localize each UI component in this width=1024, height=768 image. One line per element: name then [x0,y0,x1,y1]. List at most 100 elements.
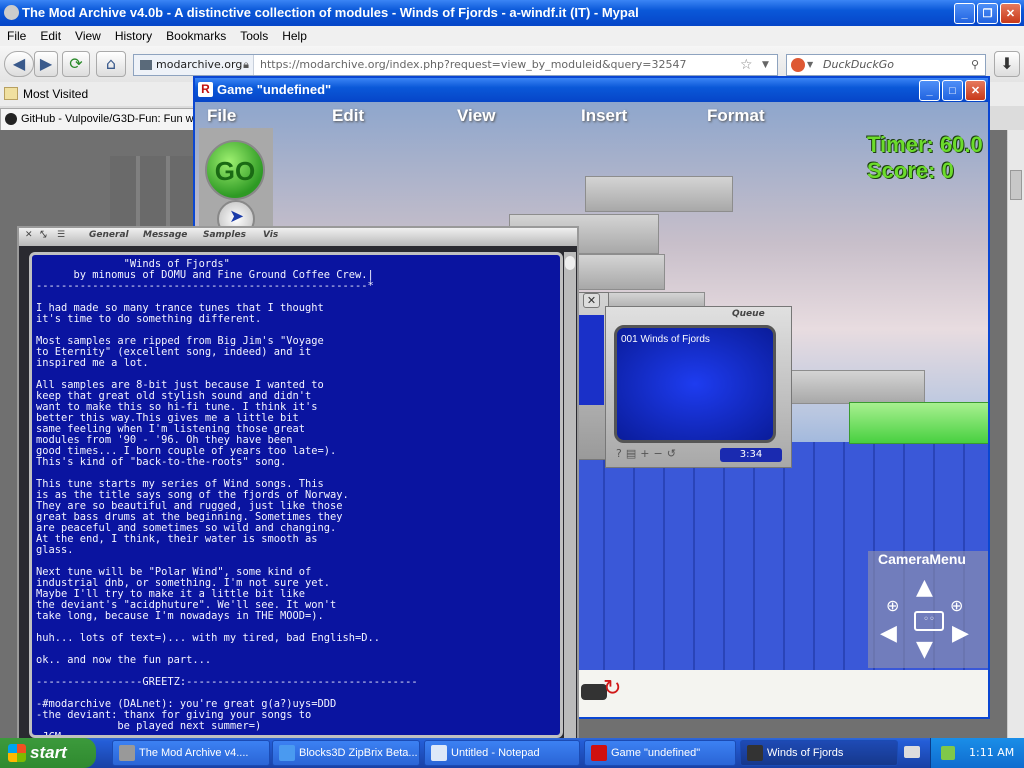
brick-block [585,176,733,212]
task-blocks3d[interactable]: Blocks3D ZipBrix Beta... [272,740,420,766]
site-identity[interactable]: modarchive.org 🔒︎ [134,55,254,75]
task-label: Game "undefined" [611,747,701,759]
menu-file[interactable]: File [0,26,33,43]
camera-center-icon[interactable]: ◦◦ [914,611,944,631]
search-placeholder: DuckDuckGo [823,58,894,71]
search-engine-dropdown-icon[interactable]: ▼ [807,55,813,75]
cannon-icon[interactable]: ↻ [581,676,621,706]
queue-remove-icon[interactable]: − [653,447,666,460]
maximize-button[interactable]: ❐ [977,3,998,24]
start-label: start [30,743,67,762]
task-game[interactable]: Game "undefined" [584,740,736,766]
side-window-screen [576,315,604,405]
keyboard-icon[interactable] [904,746,920,758]
module-info-window: ✕ ⤡ ☰ General Message Samples Vis "Winds… [17,226,579,740]
task-notepad[interactable]: Untitled - Notepad [424,740,580,766]
camera-tilt-down-icon[interactable]: ⊕ [950,595,963,617]
close-icon[interactable]: ✕ [25,230,33,240]
game-title-bar[interactable]: R Game "undefined" _ □ ✕ [195,78,988,102]
camera-left-arrow-icon[interactable]: ◀ [880,623,897,645]
menu-view[interactable]: View [68,26,108,43]
forward-button[interactable]: ▶ [34,51,58,77]
resize-icon[interactable]: ⤡ [39,230,46,240]
camera-menu-label: CameraMenu [878,551,966,567]
tab-general[interactable]: General [89,230,129,240]
camera-tilt-up-icon[interactable]: ⊕ [886,595,899,617]
tab-vis[interactable]: Vis [263,230,278,240]
game-menu-edit[interactable]: Edit [332,106,364,126]
module-info-toolbar: ✕ ⤡ ☰ General Message Samples Vis [19,228,577,246]
notepad-icon [431,745,447,761]
scrollbar-thumb[interactable] [1010,170,1022,200]
menu-history[interactable]: History [108,26,159,43]
queue-window: Queue 001 Winds of Fjords ?▤+−↺ 3:34 [605,306,792,468]
module-message: "Winds of Fjords" by minomus of DOMU and… [36,258,418,738]
game-title: Game "undefined" [217,82,332,97]
tab-github[interactable]: GitHub - Vulpovile/G3D-Fun: Fun wi [0,108,205,130]
menu-tools[interactable]: Tools [233,26,275,43]
task-mod-archive[interactable]: The Mod Archive v4.... [112,740,270,766]
game-close-button[interactable]: ✕ [965,80,986,101]
message-scrollbar[interactable] [564,252,576,738]
brick-block [785,370,925,404]
side-window-close-button[interactable]: ✕ [583,293,600,308]
camera-up-arrow-icon[interactable]: ▲ [916,577,933,599]
url-bar[interactable]: modarchive.org 🔒︎ https://modarchive.org… [133,54,778,76]
cursor-icon: ➤ [229,206,245,227]
queue-time: 3:34 [720,448,782,462]
list-icon[interactable]: ☰ [57,230,65,240]
game-menu-insert[interactable]: Insert [581,106,627,126]
close-button[interactable]: ✕ [1000,3,1021,24]
queue-loop-icon[interactable]: ↺ [667,447,680,460]
queue-label: Queue [732,309,765,319]
page-scrollbar[interactable] [1007,130,1024,738]
camera-right-arrow-icon[interactable]: ▶ [952,623,969,645]
task-label: Untitled - Notepad [451,747,540,759]
home-button[interactable]: ⌂ [96,51,126,77]
search-icon[interactable]: ⚲ [971,55,979,75]
tab-samples[interactable]: Samples [203,230,246,240]
game-menu-file[interactable]: File [207,106,236,126]
minimize-button[interactable]: _ [954,3,975,24]
camera-down-arrow-icon[interactable]: ▼ [916,639,933,661]
reload-button[interactable]: ⟳ [62,51,90,77]
task-label: Winds of Fjords [767,747,844,759]
queue-load-icon[interactable]: ? [616,447,626,460]
tab-github-label: GitHub - Vulpovile/G3D-Fun: Fun wi [21,113,197,125]
queue-save-icon[interactable]: ▤ [626,447,640,460]
menu-bookmarks[interactable]: Bookmarks [159,26,233,43]
game-menu-view[interactable]: View [457,106,495,126]
mypal-icon [119,745,135,761]
dropdown-icon[interactable]: ▼ [762,55,769,75]
star-icon[interactable]: ☆ [740,55,753,75]
download-button[interactable]: ⬇ [994,51,1020,77]
message-scroll-thumb[interactable] [565,256,575,270]
tab-message[interactable]: Message [143,230,187,240]
game-maximize-button[interactable]: □ [942,80,963,101]
bookmark-most-visited[interactable]: Most Visited [23,87,88,101]
clock[interactable]: 1:11 AM [969,738,1014,768]
game-menu-format[interactable]: Format [707,106,765,126]
start-button[interactable]: start [0,738,96,768]
camera-menu: CameraMenu ▲ ⊕ ⊕ ◀ ◦◦ ▶ ▼ [868,551,988,668]
go-button[interactable]: GO [205,140,265,200]
menu-help[interactable]: Help [275,26,314,43]
game-minimize-button[interactable]: _ [919,80,940,101]
task-winds-of-fjords[interactable]: Winds of Fjords [740,740,898,766]
browser-title-bar[interactable]: The Mod Archive v4.0b - A distinctive co… [0,0,1024,26]
network-icon[interactable] [941,746,955,760]
queue-item[interactable]: 001 Winds of Fjords [621,334,710,345]
site-icon [140,60,152,70]
menu-edit[interactable]: Edit [33,26,68,43]
back-button[interactable]: ◀ [4,51,34,77]
github-icon [5,113,17,125]
task-label: Blocks3D ZipBrix Beta... [299,747,418,759]
queue-add-icon[interactable]: + [640,447,653,460]
green-brick [849,402,988,444]
module-message-text[interactable]: "Winds of Fjords" by minomus of DOMU and… [29,252,563,738]
task-label: The Mod Archive v4.... [139,747,249,759]
player-side-window: ✕ [575,292,609,460]
queue-list[interactable]: 001 Winds of Fjords [614,325,776,443]
search-bar[interactable]: ▼ DuckDuckGo ⚲ [786,54,986,76]
lock-icon: 🔒︎ [243,58,249,71]
